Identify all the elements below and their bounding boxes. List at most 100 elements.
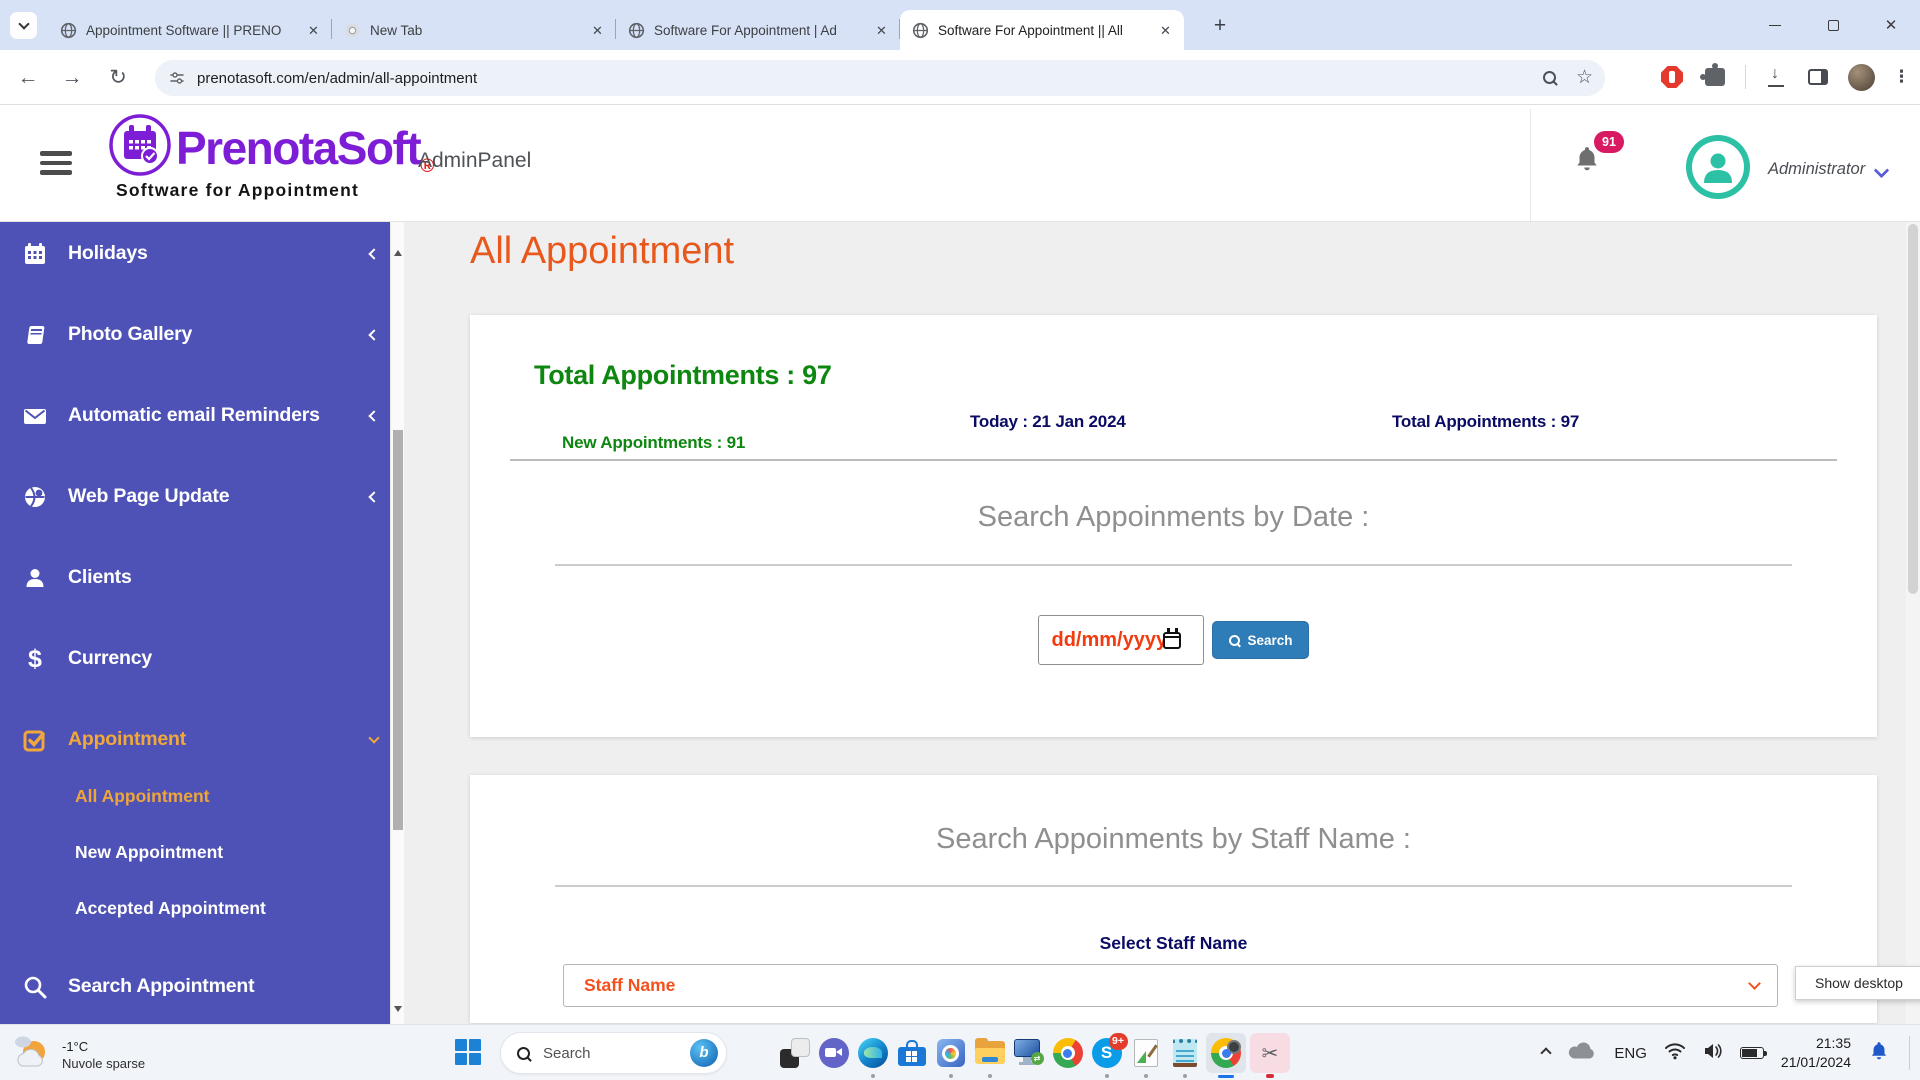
browser-menu-icon[interactable]: ⋮ — [1893, 67, 1910, 87]
sidebar-subitem-new-appointment[interactable]: New Appointment — [0, 824, 390, 880]
brand-logo[interactable]: PrenotaSoft ® Software for Appointment — [108, 113, 434, 201]
address-bar: ← → ↻ prenotasoft.com/en/admin/all-appoi… — [0, 50, 1920, 105]
browser-tab-1[interactable]: Appointment Software || PRENO ✕ — [48, 10, 332, 50]
clock[interactable]: 21:35 21/01/2024 — [1781, 1034, 1851, 1072]
show-desktop-strip[interactable] — [1909, 1036, 1910, 1070]
scroll-up-arrow[interactable] — [394, 250, 402, 256]
sidebar-item-appointment[interactable]: Appointment — [0, 699, 390, 780]
new-appointments-stat: New Appointments : 91 — [562, 433, 745, 453]
sidebar-item-search-appointment[interactable]: Search Appointment — [0, 946, 390, 1024]
user-role-label: Administrator — [1768, 160, 1865, 179]
greenshot-icon[interactable] — [1126, 1025, 1165, 1080]
sidebar-item-currency[interactable]: $ Currency — [0, 618, 390, 699]
reload-button[interactable]: ↻ — [104, 64, 132, 92]
tray-date: 21/01/2024 — [1781, 1053, 1851, 1072]
panel-label: AdminPanel — [418, 149, 531, 173]
tab-title: Appointment Software || PRENO — [86, 23, 305, 38]
downloads-icon[interactable] — [1766, 67, 1786, 87]
date-input[interactable] — [1038, 615, 1204, 665]
back-button[interactable]: ← — [14, 64, 42, 92]
chrome-icon[interactable] — [1048, 1025, 1087, 1080]
notepad-icon[interactable] — [1165, 1025, 1204, 1080]
sidebar: Holidays Photo Gallery Automatic email R… — [0, 222, 390, 1024]
notifications-bell[interactable]: 91 — [1572, 143, 1602, 180]
start-button[interactable] — [455, 1039, 482, 1066]
envelope-icon — [22, 404, 48, 428]
main-content: All Appointment Total Appointments : 97 … — [404, 222, 1920, 1024]
tab-title: New Tab — [370, 23, 589, 38]
forward-button[interactable]: → — [58, 64, 86, 92]
scroll-down-arrow[interactable] — [394, 1006, 402, 1012]
tray-expand-chevron[interactable] — [1542, 1044, 1550, 1062]
remote-desktop-icon[interactable]: ⇄ — [1009, 1025, 1048, 1080]
search-by-date-heading: Search Appoinments by Date : — [470, 501, 1877, 534]
scrollbar-thumb[interactable] — [393, 430, 403, 830]
browser-tab-active[interactable]: Software For Appointment || All ✕ — [900, 10, 1184, 50]
total-appointments-stat: Total Appointments : 97 — [1392, 412, 1579, 432]
sidebar-item-photo-gallery[interactable]: Photo Gallery — [0, 294, 390, 375]
calendar-picker-icon[interactable] — [1163, 632, 1181, 649]
divider — [510, 459, 1837, 461]
photos-icon[interactable] — [931, 1025, 970, 1080]
window-minimize-button[interactable] — [1746, 0, 1804, 50]
bing-icon: b — [690, 1039, 718, 1067]
chevron-left-icon — [368, 410, 379, 421]
tab-close-icon[interactable]: ✕ — [1157, 22, 1174, 39]
sidebar-item-email-reminders[interactable]: Automatic email Reminders — [0, 375, 390, 456]
chevron-down-icon — [1748, 977, 1761, 990]
tab-close-icon[interactable]: ✕ — [873, 22, 890, 39]
book-icon — [22, 323, 48, 347]
brand-tagline: Software for Appointment — [116, 180, 434, 201]
weather-condition: Nuvole sparse — [62, 1056, 145, 1071]
sidebar-item-web-page-update[interactable]: Web Page Update — [0, 456, 390, 537]
wifi-icon[interactable] — [1664, 1042, 1686, 1065]
site-info-icon[interactable] — [169, 70, 185, 86]
browser-profile-avatar[interactable] — [1848, 64, 1875, 91]
staff-name-select[interactable]: Staff Name — [563, 964, 1778, 1007]
battery-icon[interactable] — [1740, 1047, 1764, 1059]
new-tab-button[interactable]: + — [1208, 14, 1232, 38]
side-panel-icon[interactable] — [1808, 69, 1828, 85]
tab-close-icon[interactable]: ✕ — [589, 22, 606, 39]
extensions-icon[interactable] — [1705, 68, 1725, 86]
sidebar-item-holidays[interactable]: Holidays — [0, 222, 390, 294]
weather-widget[interactable]: -1°C Nuvole sparse — [12, 1032, 145, 1077]
bookmark-star-icon[interactable]: ☆ — [1576, 70, 1593, 86]
microsoft-store-icon[interactable] — [892, 1025, 931, 1080]
user-menu-chevron[interactable] — [1876, 163, 1887, 181]
date-input-field[interactable] — [1051, 629, 1163, 652]
select-staff-label: Select Staff Name — [470, 933, 1877, 954]
notification-bell-icon[interactable] — [1868, 1039, 1890, 1068]
skype-icon[interactable]: S9+ — [1087, 1025, 1126, 1080]
tab-search-button[interactable] — [10, 12, 37, 39]
window-maximize-button[interactable] — [1804, 0, 1862, 50]
user-avatar[interactable] — [1686, 135, 1750, 199]
hamburger-menu-icon[interactable] — [40, 151, 72, 180]
task-view-button[interactable] — [775, 1025, 814, 1080]
tab-title: Software For Appointment || All — [938, 23, 1157, 38]
url-field[interactable]: prenotasoft.com/en/admin/all-appointment… — [155, 60, 1605, 96]
language-indicator[interactable]: ENG — [1614, 1045, 1647, 1062]
staff-search-card: Search Appoinments by Staff Name : Selec… — [470, 775, 1877, 1023]
zoom-icon[interactable] — [1542, 70, 1558, 86]
browser-tab-3[interactable]: Software For Appointment | Ad ✕ — [616, 10, 900, 50]
sidebar-subitem-accepted-appointment[interactable]: Accepted Appointment — [0, 880, 390, 936]
search-button[interactable]: Search — [1212, 621, 1308, 659]
adblock-extension-icon[interactable] — [1661, 66, 1683, 88]
chevron-left-icon — [368, 329, 379, 340]
onedrive-cloud-icon[interactable] — [1567, 1041, 1597, 1066]
snipping-tool-icon[interactable]: ✂ — [1248, 1025, 1292, 1080]
edge-icon[interactable] — [853, 1025, 892, 1080]
teams-chat-icon[interactable] — [814, 1025, 853, 1080]
tab-close-icon[interactable]: ✕ — [305, 22, 322, 39]
file-explorer-icon[interactable] — [970, 1025, 1009, 1080]
sidebar-item-clients[interactable]: Clients — [0, 537, 390, 618]
volume-icon[interactable] — [1703, 1043, 1723, 1064]
screen: Appointment Software || PRENO ✕ New Tab … — [0, 0, 1920, 1080]
page-scrollbar[interactable] — [1906, 222, 1920, 1024]
taskbar-search[interactable]: Search b — [500, 1032, 727, 1074]
browser-tab-2[interactable]: New Tab ✕ — [332, 10, 616, 50]
chrome-active-window-icon[interactable] — [1204, 1025, 1248, 1080]
sidebar-scrollbar[interactable] — [390, 222, 404, 1024]
window-close-button[interactable]: ✕ — [1862, 0, 1920, 50]
